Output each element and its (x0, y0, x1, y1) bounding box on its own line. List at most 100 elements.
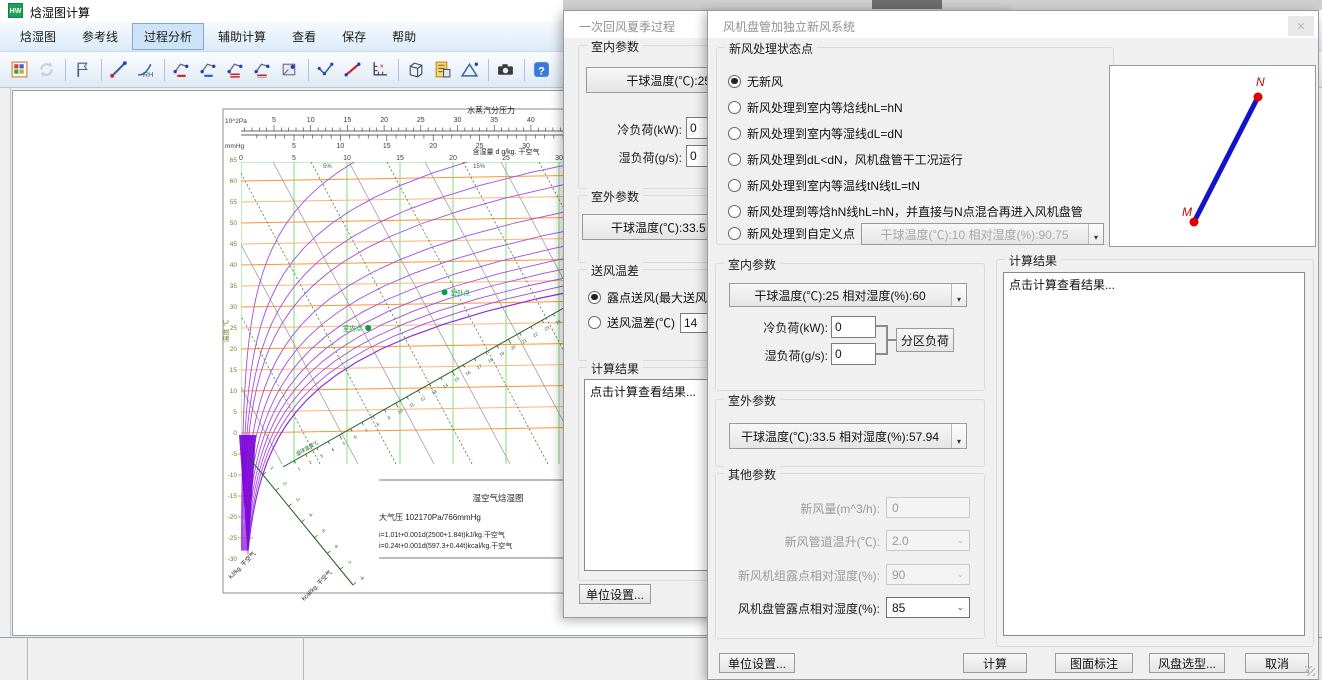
fresh-air-option-5[interactable]: 新风处理到等焓hN线hL=hN，并直接与N点混合再进入风机盘管 (728, 203, 1083, 219)
radio-circle-icon (728, 227, 741, 240)
fresh-air-option-3[interactable]: 新风处理到dL<dN，风机盘管干工况运行 (728, 151, 963, 167)
svg-text:10: 10 (230, 388, 238, 395)
svg-text:i=1.01t+0.001d(2500+1.84t)kJ/k: i=1.01t+0.001d(2500+1.84t)kJ/kg.干空气 (379, 530, 505, 539)
cooling-load-input[interactable] (831, 316, 876, 338)
polyline-icon[interactable] (313, 57, 338, 82)
radio-circle-icon (728, 153, 741, 166)
svg-text:-30: -30 (228, 556, 238, 563)
axes-icon[interactable]: × (367, 57, 392, 82)
process-humidify-icon[interactable] (223, 57, 248, 82)
radio-label: 新风处理到等焓hN线hL=hN，并直接与N点混合再进入风机盘管 (747, 203, 1083, 220)
svg-text:0: 0 (233, 430, 237, 437)
radio-label: 新风处理到室内等焓线hL=hN (747, 99, 903, 116)
menu-item-2[interactable]: 过程分析 (132, 23, 204, 50)
radio-label: 新风处理到dL<dN，风机盘管干工况运行 (747, 151, 963, 168)
svg-text:15: 15 (230, 367, 238, 374)
unit-settings-button[interactable]: 单位设置... (719, 653, 795, 673)
svg-text:65: 65 (230, 157, 238, 164)
radio-label: 新风处理到室内等湿线dL=dN (747, 125, 903, 142)
menu-item-3[interactable]: 辅助计算 (206, 23, 278, 50)
zone-load-button[interactable]: 分区负荷 (896, 328, 954, 352)
calc-table-icon[interactable] (430, 57, 455, 82)
close-icon[interactable]: ✕ (1288, 16, 1314, 36)
menu-item-4[interactable]: 查看 (280, 23, 328, 50)
palette-icon[interactable] (7, 57, 32, 82)
svg-text:温度 ℃: 温度 ℃ (221, 320, 230, 343)
svg-text:-25: -25 (228, 535, 238, 542)
outdoor-state-button[interactable]: 干球温度(℃):33.5 相对湿度(%):57.94 ▾ (729, 423, 967, 449)
svg-text:55: 55 (230, 199, 238, 206)
panel-divider (10, 88, 11, 637)
delta-icon[interactable] (457, 57, 482, 82)
svg-text:RH: RH (143, 70, 154, 79)
point-n-label: N (1256, 75, 1265, 89)
group-label: 计算结果 (587, 360, 643, 377)
camera-icon[interactable] (493, 57, 518, 82)
moisture-load-input[interactable] (831, 343, 876, 365)
group-label: 室内参数 (587, 38, 643, 55)
toolbar-separator (398, 59, 399, 81)
box-3d-icon[interactable] (403, 57, 428, 82)
svg-text:20: 20 (380, 117, 388, 124)
dialog-fancoil-fresh-air: 风机盘管加独立新风系统 ✕ 新风处理状态点 无新风新风处理到室内等焓线hL=hN… (707, 10, 1319, 680)
annotate-drawing-button[interactable]: 图面标注 (1055, 653, 1133, 673)
svg-text:25: 25 (417, 117, 425, 124)
other-param-field-1: 2.0⌄ (886, 530, 970, 551)
other-param-label-3: 风机盘管露点相对湿度(%): (718, 600, 880, 617)
dialog-titlebar[interactable]: 风机盘管加独立新风系统 (708, 11, 1318, 38)
menu-item-0[interactable]: 焓湿图 (8, 23, 68, 50)
process-preview-graphic: M N (1110, 66, 1315, 246)
toolbar-separator (164, 59, 165, 81)
unit-settings-button[interactable]: 单位设置... (579, 584, 651, 604)
svg-text:10: 10 (343, 155, 351, 162)
chevron-down-icon: ▾ (951, 284, 966, 306)
result-box: 点击计算查看结果... (1003, 272, 1305, 636)
fresh-air-option-6[interactable]: 新风处理到自定义点 (728, 225, 855, 241)
process-cooling-icon[interactable] (169, 57, 194, 82)
moisture-load-label: 湿负荷(g/s): (588, 149, 682, 166)
cancel-button[interactable]: 取消 (1245, 653, 1309, 673)
svg-text:5: 5 (292, 143, 296, 150)
group-label: 室外参数 (587, 188, 643, 205)
svg-text:湿空气焓湿图: 湿空气焓湿图 (472, 493, 523, 503)
fresh-air-option-1[interactable]: 新风处理到室内等焓线hL=hN (728, 99, 903, 115)
line-tool-icon[interactable] (106, 57, 131, 82)
svg-text:10: 10 (307, 117, 315, 124)
other-param-field-3[interactable]: 85⌄ (886, 597, 970, 618)
supply-option-1[interactable]: 送风温差(℃) (588, 314, 675, 330)
flag-icon[interactable] (70, 57, 95, 82)
fresh-air-option-4[interactable]: 新风处理到室内等温线tN线tL=tN (728, 177, 920, 193)
svg-text:水蒸汽分压力: 水蒸汽分压力 (467, 105, 515, 115)
svg-text:30: 30 (555, 155, 563, 162)
screen: HW 焓湿图计算 焓湿图参考线过程分析辅助计算查看保存帮助 RH×? 51015… (0, 0, 1322, 680)
menu-item-1[interactable]: 参考线 (70, 23, 130, 50)
svg-text:i=0.24t+0.001d(597.3+0.44t)kca: i=0.24t+0.001d(597.3+0.44t)kcal/kg.干空气 (379, 541, 512, 550)
toolbar-separator (488, 59, 489, 81)
radio-circle-icon (588, 316, 601, 329)
menu-item-6[interactable]: 帮助 (380, 23, 428, 50)
calculate-button[interactable]: 计算 (963, 653, 1027, 673)
fresh-air-option-2[interactable]: 新风处理到室内等湿线dL=dN (728, 125, 903, 141)
help-icon[interactable]: ? (529, 57, 554, 82)
radio-label: 送风温差(℃) (607, 314, 675, 331)
process-dehumidify-icon[interactable] (250, 57, 275, 82)
radio-circle-icon (728, 205, 741, 218)
fresh-air-option-0[interactable]: 无新风 (728, 73, 783, 89)
process-heating-icon[interactable] (196, 57, 221, 82)
red-line-icon[interactable] (340, 57, 365, 82)
menu-item-5[interactable]: 保存 (330, 23, 378, 50)
toolbar-separator (65, 59, 66, 81)
state-point-icon[interactable] (277, 57, 302, 82)
indoor-state-button[interactable]: 干球温度(℃):25 相对湿度(%):60 ▾ (729, 283, 967, 307)
radio-circle-icon (728, 127, 741, 140)
status-bar-divider (27, 637, 28, 680)
svg-text:15: 15 (396, 155, 404, 162)
toolbar-separator (101, 59, 102, 81)
field-value: 2.0 (892, 534, 909, 548)
svg-text:40: 40 (230, 262, 238, 269)
svg-text:50: 50 (230, 220, 238, 227)
resize-grip[interactable] (1305, 666, 1315, 676)
fancoil-selection-button[interactable]: 风盘选型... (1149, 653, 1225, 673)
rh-curve-icon[interactable]: RH (133, 57, 158, 82)
svg-text:40: 40 (527, 117, 535, 124)
